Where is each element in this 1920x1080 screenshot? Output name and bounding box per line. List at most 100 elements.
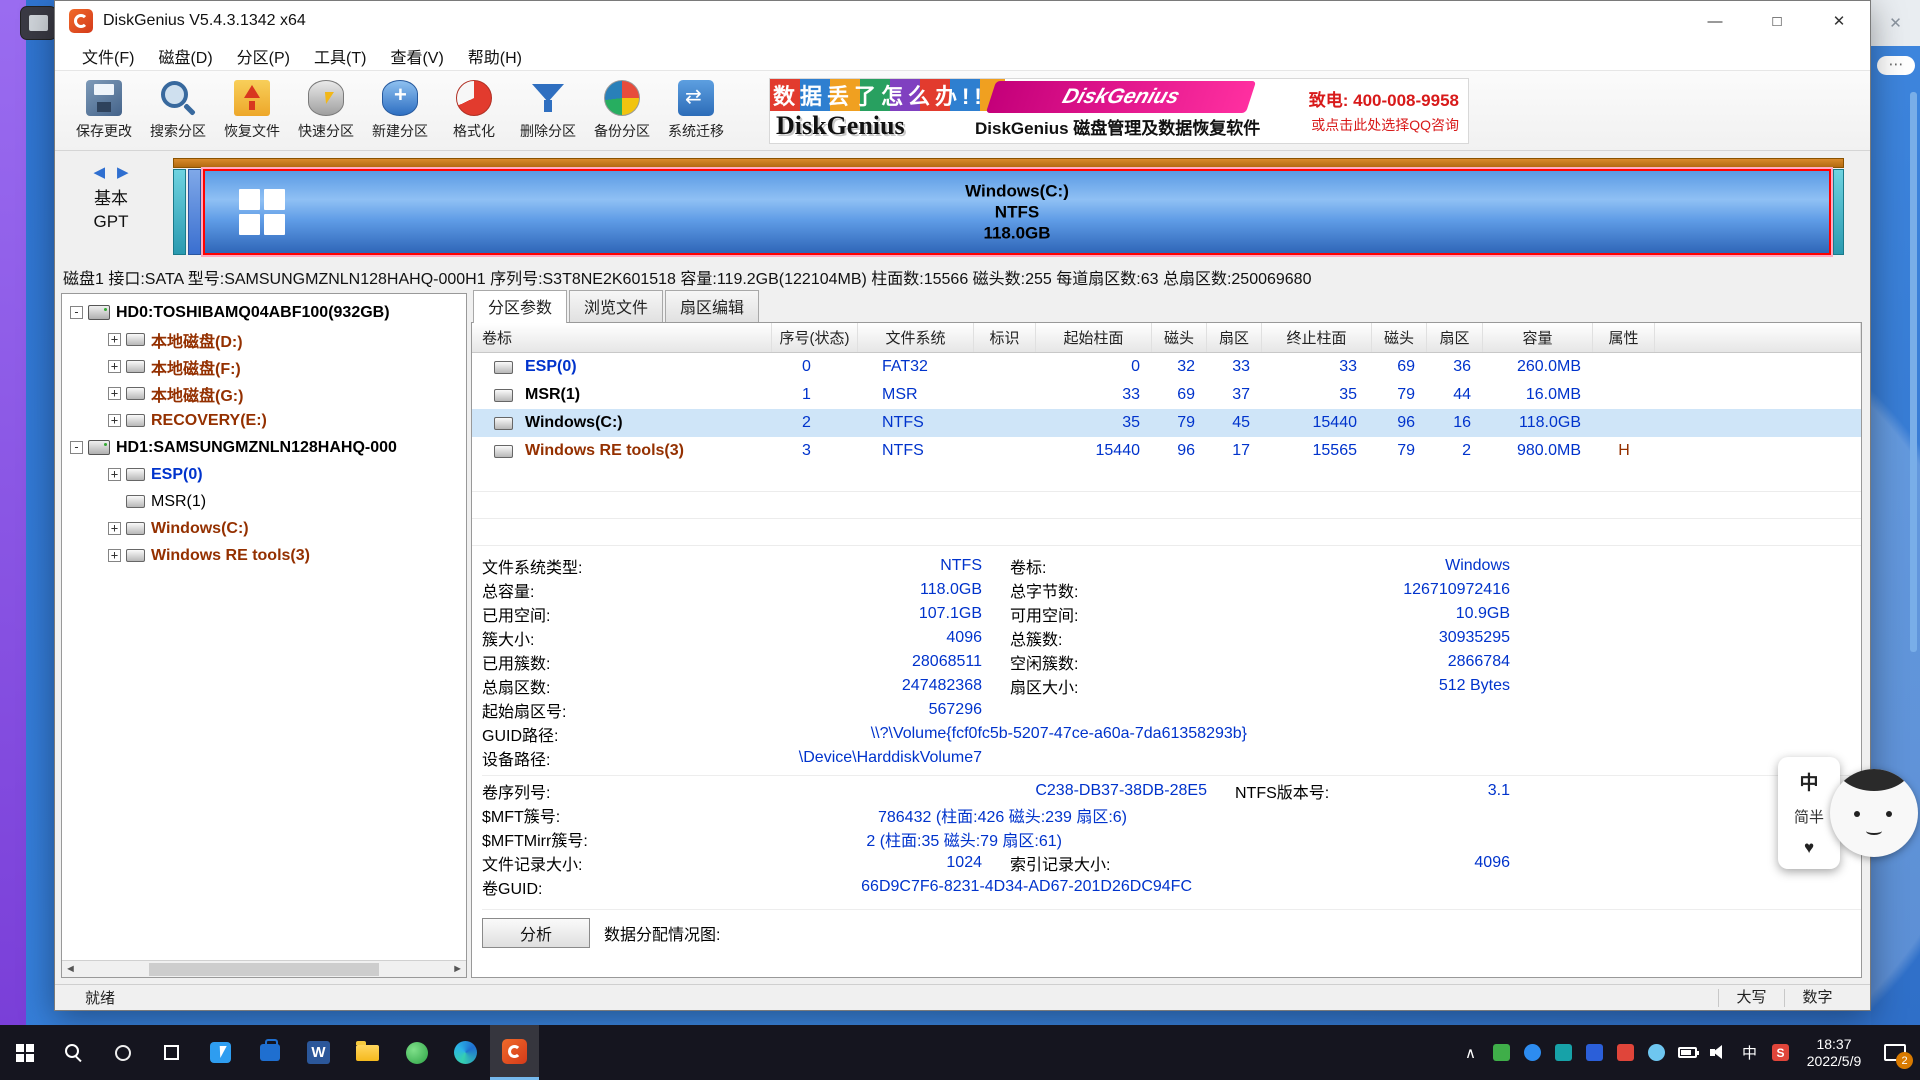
expand-icon[interactable]: + (108, 549, 121, 562)
col-seq-status[interactable]: 序号(状态) (772, 323, 858, 352)
menu-file[interactable]: 文件(F) (71, 41, 145, 71)
tree-item-local-d[interactable]: + 本地磁盘(D:) (62, 326, 466, 353)
tree-item-local-g[interactable]: + 本地磁盘(G:) (62, 380, 466, 407)
tab-partition-params[interactable]: 分区参数 (473, 290, 567, 323)
search-partition-button[interactable]: 搜索分区 (141, 75, 215, 147)
tree-item-windows-re-tools[interactable]: + Windows RE tools(3) (62, 542, 466, 569)
tree-item-windows-c[interactable]: + Windows(C:) (62, 515, 466, 542)
tab-browse-files[interactable]: 浏览文件 (569, 290, 663, 322)
tray-sogou[interactable]: S (1765, 1044, 1796, 1061)
partition-block-windows-c[interactable]: Windows(C:) NTFS 118.0GB (203, 169, 1831, 255)
partition-icon (126, 360, 145, 373)
clock[interactable]: 18:37 2022/5/9 (1796, 1036, 1872, 1070)
col-volume[interactable]: 卷标 (472, 323, 772, 352)
menu-partition[interactable]: 分区(P) (226, 41, 301, 71)
ime-chinese-mode[interactable]: 中 (1799, 768, 1818, 795)
pinned-app-edge[interactable] (441, 1025, 490, 1080)
backup-partition-button[interactable]: 备份分区 (585, 75, 659, 147)
table-row-msr[interactable]: MSR(1) 1 MSR 33 69 37 35 79 44 16.0MB (472, 381, 1861, 409)
resize-grip[interactable] (1850, 985, 1870, 1010)
expand-icon[interactable]: + (108, 360, 121, 373)
taskbar-search-button[interactable] (49, 1025, 98, 1080)
battery-indicator[interactable] (1672, 1047, 1703, 1058)
ime-simplified-halfwidth[interactable]: 简半 (1794, 806, 1824, 827)
partition-block-msr[interactable] (188, 169, 201, 255)
pinned-app-green[interactable] (392, 1025, 441, 1080)
next-disk-arrow[interactable]: ▶ (117, 163, 129, 181)
col-start-cylinder[interactable]: 起始柱面 (1036, 323, 1152, 352)
pinned-app-store[interactable] (245, 1025, 294, 1080)
pinned-app-word[interactable]: W (294, 1025, 343, 1080)
partition-block-re-tools[interactable] (1833, 169, 1844, 255)
volume-indicator[interactable] (1703, 1045, 1734, 1060)
ad-qq-link[interactable]: 或点击此处选择QQ咨询 (1311, 115, 1459, 135)
col-capacity[interactable]: 容量 (1483, 323, 1593, 352)
col-flag[interactable]: 标识 (974, 323, 1036, 352)
system-migration-button[interactable]: 系统迁移 (659, 75, 733, 147)
tray-red-app[interactable] (1610, 1044, 1641, 1061)
collapse-icon[interactable]: - (70, 441, 83, 454)
tree-horizontal-scrollbar[interactable]: ◄ ► (62, 960, 466, 977)
collapse-icon[interactable]: - (70, 306, 83, 319)
close-button[interactable]: ✕ (1808, 1, 1870, 41)
menu-help[interactable]: 帮助(H) (457, 41, 533, 71)
scroll-left-arrow[interactable]: ◄ (65, 963, 76, 975)
pinned-app-explorer[interactable] (343, 1025, 392, 1080)
tree-item-esp[interactable]: + ESP(0) (62, 461, 466, 488)
menu-view[interactable]: 查看(V) (379, 41, 454, 71)
recover-files-button[interactable]: 恢复文件 (215, 75, 289, 147)
minimize-button[interactable]: — (1684, 1, 1746, 41)
tray-shield[interactable] (1486, 1044, 1517, 1061)
prev-disk-arrow[interactable]: ◀ (93, 163, 105, 181)
col-end-cylinder[interactable]: 终止柱面 (1262, 323, 1372, 352)
tree-item-hd0[interactable]: - HD0:TOSHIBAMQ04ABF100(932GB) (62, 299, 466, 326)
heart-icon[interactable]: ♥ (1804, 838, 1814, 858)
col-sector[interactable]: 扇区 (1207, 323, 1262, 352)
partition-block-esp[interactable] (173, 169, 186, 255)
start-button[interactable] (0, 1025, 49, 1080)
taskbar-diskgenius-active[interactable] (490, 1025, 539, 1080)
ime-indicator[interactable]: 中 (1734, 1042, 1765, 1063)
col-sector2[interactable]: 扇区 (1427, 323, 1483, 352)
maximize-button[interactable]: □ (1746, 1, 1808, 41)
table-row-esp[interactable]: ESP(0) 0 FAT32 0 32 33 33 69 36 260.0MB (472, 353, 1861, 381)
tree-item-recovery-e[interactable]: + RECOVERY(E:) (62, 407, 466, 434)
table-row-windows-c[interactable]: Windows(C:) 2 NTFS 35 79 45 15440 96 16 … (472, 409, 1861, 437)
background-scrollbar[interactable] (1910, 92, 1917, 652)
task-view-button[interactable] (147, 1025, 196, 1080)
table-row-windows-re-tools[interactable]: Windows RE tools(3) 3 NTFS 15440 96 17 1… (472, 437, 1861, 465)
analyze-button[interactable]: 分析 (482, 918, 590, 948)
col-head2[interactable]: 磁头 (1372, 323, 1427, 352)
ad-banner[interactable]: 数据丢了怎么办!! DiskGenius DiskGenius DiskGeni… (769, 78, 1469, 144)
save-changes-button[interactable]: 保存更改 (67, 75, 141, 147)
tab-sector-edit[interactable]: 扇区编辑 (665, 290, 759, 322)
col-head[interactable]: 磁头 (1152, 323, 1207, 352)
expand-icon[interactable]: + (108, 522, 121, 535)
delete-partition-button[interactable]: 删除分区 (511, 75, 585, 147)
menu-disk[interactable]: 磁盘(D) (147, 41, 223, 71)
tree-item-hd1[interactable]: - HD1:SAMSUNGMZNLN128HAHQ-000 (62, 434, 466, 461)
tray-blue-app[interactable] (1579, 1044, 1610, 1061)
tray-teal-app[interactable] (1548, 1044, 1579, 1061)
expand-icon[interactable]: + (108, 414, 121, 427)
format-button[interactable]: 格式化 (437, 75, 511, 147)
notification-center-button[interactable]: 2 (1872, 1044, 1918, 1061)
tray-snowflake[interactable] (1641, 1044, 1672, 1061)
expand-icon[interactable]: + (108, 468, 121, 481)
tree-item-msr[interactable]: MSR(1) (62, 488, 466, 515)
expand-icon[interactable]: + (108, 333, 121, 346)
tray-blue-circle[interactable] (1517, 1044, 1548, 1061)
more-options-pill[interactable]: ⋯ (1877, 56, 1915, 75)
quick-partition-button[interactable]: 快速分区 (289, 75, 363, 147)
expand-icon[interactable]: + (108, 387, 121, 400)
scroll-right-arrow[interactable]: ► (452, 963, 463, 975)
col-filesystem[interactable]: 文件系统 (858, 323, 974, 352)
new-partition-button[interactable]: 新建分区 (363, 75, 437, 147)
col-attr[interactable]: 属性 (1593, 323, 1655, 352)
menu-tools[interactable]: 工具(T) (303, 41, 377, 71)
pinned-app-lightning[interactable] (196, 1025, 245, 1080)
cortana-button[interactable] (98, 1025, 147, 1080)
scrollbar-thumb[interactable] (149, 963, 380, 976)
tree-item-local-f[interactable]: + 本地磁盘(F:) (62, 353, 466, 380)
hidden-icons-chevron[interactable]: ∧ (1455, 1044, 1486, 1062)
